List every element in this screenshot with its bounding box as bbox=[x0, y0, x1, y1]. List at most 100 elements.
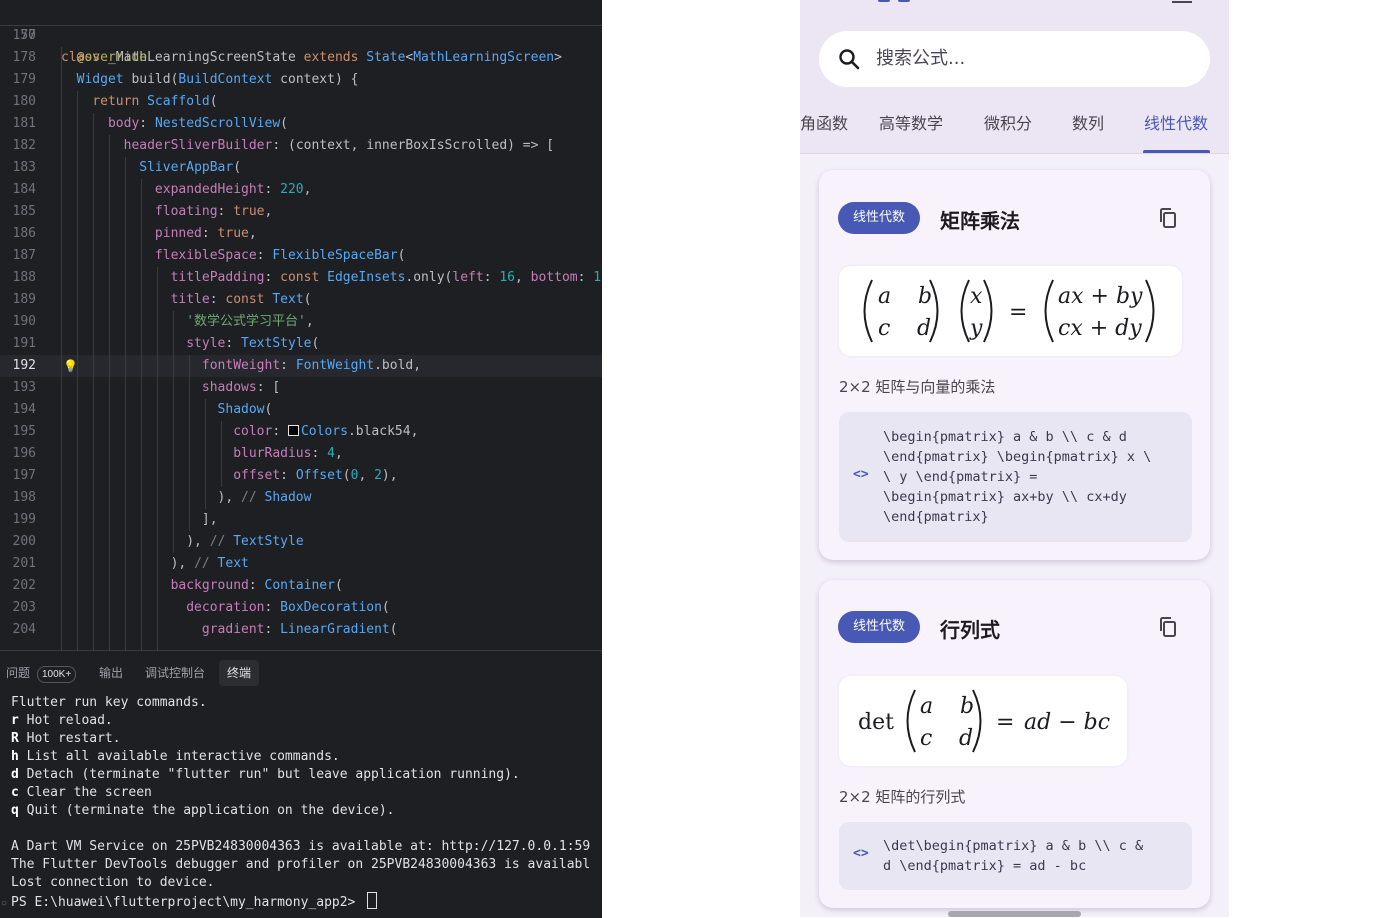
tab-calculus[interactable]: 微积分 bbox=[984, 113, 1032, 135]
code-text: body: NestedScrollView( bbox=[107, 116, 288, 131]
code-line[interactable]: 187 flexibleSpace: FlexibleSpaceBar( bbox=[0, 245, 602, 267]
code-text: ), // Shadow bbox=[61, 490, 312, 505]
status-dot-icon: ○ bbox=[1, 898, 8, 909]
code-text: gradient: LinearGradient( bbox=[201, 622, 398, 637]
code-text: flexibleSpace: FlexibleSpaceBar( bbox=[154, 248, 406, 263]
code-line[interactable]: 183 SliverAppBar( bbox=[0, 157, 602, 179]
code-line[interactable]: 184 expandedHeight: 220, bbox=[0, 179, 602, 201]
code-line[interactable]: 200 ), // TextStyle bbox=[0, 531, 602, 553]
code-line[interactable]: 180 return Scaffold( bbox=[0, 91, 602, 113]
code-text: @override bbox=[76, 50, 148, 65]
code-text: ), // Text bbox=[61, 556, 249, 571]
code-line[interactable]: 182 headerSliverBuilder: (context, inner… bbox=[0, 135, 602, 157]
code-line[interactable]: 192 fontWeight: FontWeight.bold, 💡 bbox=[0, 355, 602, 377]
terminal-line: h List all available interactive command… bbox=[11, 749, 340, 764]
code-line[interactable]: 178 @override bbox=[0, 47, 602, 69]
code-text: expandedHeight: 220, bbox=[154, 182, 312, 197]
indent-guide bbox=[173, 311, 174, 553]
terminal-cursor bbox=[367, 892, 378, 909]
tab-trig-functions[interactable]: 角函数 bbox=[800, 113, 848, 135]
code-line[interactable]: 186 pinned: true, bbox=[0, 223, 602, 245]
sticky-line[interactable]: 50 class _MathLearningScreenState extend… bbox=[0, 3, 602, 65]
code-line[interactable]: 196 blurRadius: 4, bbox=[0, 443, 602, 465]
search-bar[interactable]: 搜索公式... bbox=[819, 31, 1210, 87]
code-line[interactable]: 193 shadows: [ bbox=[0, 377, 602, 399]
code-text: decoration: BoxDecoration( bbox=[186, 600, 390, 615]
terminal-line: PS E:\huawei\flutterproject\my_harmony_a… bbox=[11, 892, 378, 910]
line-number: 194 bbox=[12, 402, 36, 417]
tab-problems[interactable]: 问题 bbox=[6, 660, 30, 686]
code-line[interactable]: 179 Widget build(BuildContext context) { bbox=[0, 69, 602, 91]
line-number: 183 bbox=[12, 160, 36, 175]
latex-code-block[interactable]: <> \det\begin{pmatrix} a & b \\ c & d \e… bbox=[839, 822, 1192, 890]
menu-icon[interactable] bbox=[1172, 0, 1192, 3]
line-number: 201 bbox=[12, 556, 36, 571]
formula-description: 2×2 矩阵的行列式 bbox=[839, 788, 966, 806]
copy-icon[interactable] bbox=[1156, 615, 1180, 639]
svg-text:b: b bbox=[918, 284, 932, 309]
code-line[interactable]: 181 body: NestedScrollView( bbox=[0, 113, 602, 135]
code-text: color: Colors.black54, bbox=[233, 424, 419, 439]
line-number: 177 bbox=[12, 28, 36, 43]
home-indicator[interactable] bbox=[948, 911, 1081, 917]
formula-card[interactable]: 线性代数 行列式 det ab cd = ad − bc 2×2 矩阵的行列式 … bbox=[819, 580, 1210, 908]
tab-output[interactable]: 输出 bbox=[99, 660, 123, 686]
tab-sequences[interactable]: 数列 bbox=[1072, 113, 1104, 135]
svg-text:c: c bbox=[878, 316, 890, 341]
latex-code-block[interactable]: <> \begin{pmatrix} a & b \\ c & d \end{p… bbox=[839, 412, 1192, 542]
code-line[interactable]: 188 titlePadding: const EdgeInsets.only(… bbox=[0, 267, 602, 289]
copy-icon[interactable] bbox=[1156, 206, 1180, 230]
search-icon bbox=[839, 49, 860, 70]
svg-text:cx + dy: cx + dy bbox=[1058, 316, 1142, 341]
terminal-line: R Hot restart. bbox=[11, 731, 121, 746]
formula-display: det a b c d = ad − bc bbox=[839, 676, 1127, 766]
line-number: 198 bbox=[12, 490, 36, 505]
line-number: 180 bbox=[12, 94, 36, 109]
line-number: 189 bbox=[12, 292, 36, 307]
tab-linear-algebra[interactable]: 线性代数 bbox=[1144, 113, 1208, 135]
formula-card[interactable]: 线性代数 矩阵乘法 ab cd xy = ax + by cx + dy 2×2… bbox=[819, 170, 1210, 560]
indent-guide bbox=[125, 157, 126, 650]
indent-guide bbox=[93, 113, 94, 650]
code-line[interactable]: 202 background: Container( bbox=[0, 575, 602, 597]
latex-source[interactable]: \begin{pmatrix} a & b \\ c & d \end{pmat… bbox=[883, 427, 1178, 527]
tab-terminal[interactable]: 终端 bbox=[219, 660, 260, 686]
tab-debug-console[interactable]: 调试控制台 bbox=[145, 660, 205, 686]
latex-source[interactable]: \det\begin{pmatrix} a & b \\ c & d \end{… bbox=[883, 836, 1178, 876]
code-line[interactable]: 190 '数学公式学习平台', bbox=[0, 311, 602, 333]
problems-count-badge: 100K+ bbox=[37, 666, 77, 683]
code-line[interactable]: 203 decoration: BoxDecoration( bbox=[0, 597, 602, 619]
line-number: 181 bbox=[12, 116, 36, 131]
code-line[interactable]: 197 offset: Offset(0, 2), bbox=[0, 465, 602, 487]
svg-text:=: = bbox=[1009, 300, 1027, 325]
code-line[interactable]: 204 gradient: LinearGradient( bbox=[0, 619, 602, 641]
appbar-icon bbox=[878, 0, 890, 2]
category-chip[interactable]: 线性代数 bbox=[838, 202, 921, 234]
code-text: fontWeight: FontWeight.bold, bbox=[201, 358, 422, 373]
code-text: return Scaffold( bbox=[92, 94, 218, 109]
code-line[interactable]: 195 color: Colors.black54, bbox=[0, 421, 602, 443]
search-input[interactable]: 搜索公式... bbox=[876, 47, 965, 71]
svg-text:a: a bbox=[920, 694, 933, 719]
code-line[interactable]: 198 ), // Shadow bbox=[0, 487, 602, 509]
code-icon: <> bbox=[853, 467, 869, 482]
terminal-line: Flutter run key commands. bbox=[11, 695, 207, 710]
code-line[interactable]: 199 ], bbox=[0, 509, 602, 531]
code-line[interactable]: 177 bbox=[0, 25, 602, 47]
code-editor[interactable]: 50 class _MathLearningScreenState extend… bbox=[0, 0, 602, 650]
indent-guide bbox=[109, 135, 110, 650]
code-line[interactable]: 189 title: const Text( bbox=[0, 289, 602, 311]
tab-advanced-math[interactable]: 高等数学 bbox=[879, 113, 943, 135]
category-chip[interactable]: 线性代数 bbox=[838, 611, 921, 643]
code-line[interactable]: 191 style: TextStyle( bbox=[0, 333, 602, 355]
card-title: 矩阵乘法 bbox=[940, 209, 1020, 233]
lightbulb-icon[interactable]: 💡 bbox=[63, 358, 78, 374]
code-line[interactable]: 194 Shadow( bbox=[0, 399, 602, 421]
svg-text:d: d bbox=[917, 316, 931, 341]
code-text: headerSliverBuilder: (context, innerBoxI… bbox=[123, 138, 555, 153]
code-line[interactable]: 185 floating: true, bbox=[0, 201, 602, 223]
indent-guide bbox=[77, 91, 78, 650]
code-line[interactable]: 201 ), // Text bbox=[0, 553, 602, 575]
code-text: style: TextStyle( bbox=[186, 336, 320, 351]
indent-guide bbox=[141, 179, 142, 650]
